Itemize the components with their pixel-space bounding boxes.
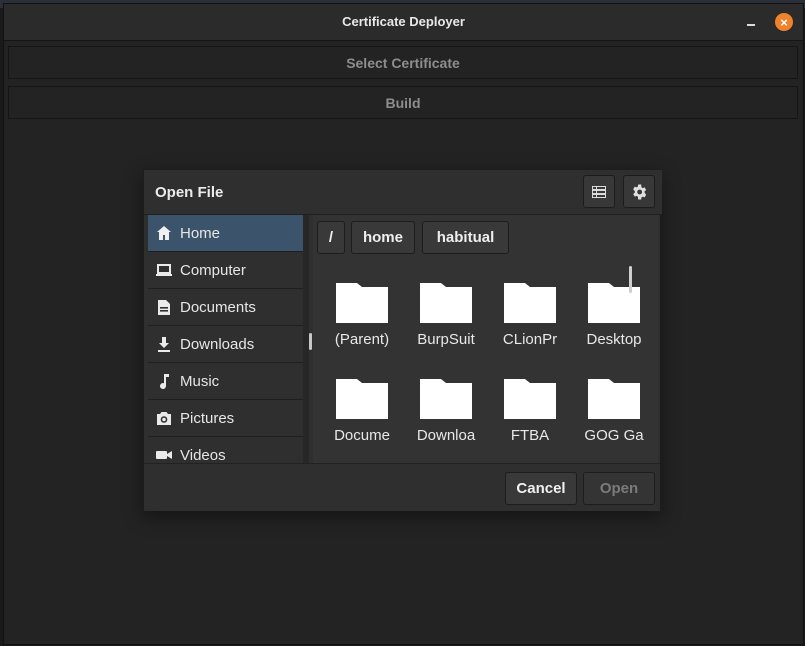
download-icon [148, 326, 180, 363]
folder-item[interactable]: CLionPr [488, 275, 572, 363]
folder-item[interactable]: GOG Ga [572, 371, 656, 459]
list-icon [592, 185, 606, 198]
gear-icon [633, 184, 647, 199]
sidebar-item-label: Music [180, 372, 220, 390]
settings-button[interactable] [623, 175, 655, 208]
folder-icon [420, 379, 472, 419]
computer-icon [148, 252, 180, 289]
minimize-button[interactable] [744, 12, 762, 30]
camera-icon [148, 400, 180, 437]
dialog-title: Open File [155, 184, 224, 201]
folder-icon [504, 379, 556, 419]
sidebar-item-pictures[interactable]: Pictures [148, 400, 303, 437]
dialog-header: Open File [144, 170, 662, 215]
folder-icon [504, 283, 556, 323]
document-icon [148, 289, 180, 326]
breadcrumb-root[interactable]: / [317, 221, 345, 254]
sidebar-item-home[interactable]: Home [148, 215, 303, 252]
folder-icon [588, 379, 640, 419]
folder-item[interactable]: Docume [320, 371, 404, 459]
window-titlebar: Certificate Deployer × [4, 4, 803, 41]
sidebar-item-label: Videos [180, 446, 226, 464]
home-icon [148, 215, 180, 252]
select-certificate-button[interactable]: Select Certificate [8, 46, 798, 79]
folder-grid: (Parent) BurpSuit CLionPr Desktop Docume… [320, 275, 650, 459]
list-view-button[interactable] [583, 175, 615, 208]
folder-label: BurpSuit [417, 331, 475, 348]
open-file-dialog: Open File Home Computer Documents Downlo… [143, 169, 662, 511]
folder-item[interactable]: BurpSuit [404, 275, 488, 363]
folder-item[interactable]: FTBA [488, 371, 572, 459]
video-icon [148, 437, 180, 466]
folder-label: Downloa [416, 427, 476, 444]
window-title: Certificate Deployer [342, 14, 465, 29]
open-button[interactable]: Open [583, 472, 655, 505]
sidebar-scrollbar[interactable] [309, 333, 312, 350]
folder-icon [336, 283, 388, 323]
cancel-button[interactable]: Cancel [505, 472, 577, 505]
sidebar-item-label: Home [180, 224, 221, 242]
folder-label: (Parent) [334, 331, 390, 348]
breadcrumb-home[interactable]: home [351, 221, 415, 254]
folder-item[interactable]: Desktop [572, 275, 656, 363]
sidebar-item-videos[interactable]: Videos [148, 437, 303, 465]
folder-item[interactable]: (Parent) [320, 275, 404, 363]
folder-label: GOG Ga [584, 427, 644, 444]
dialog-action-bar: Cancel Open [144, 463, 660, 511]
build-button[interactable]: Build [8, 86, 798, 119]
folder-label: Docume [334, 427, 390, 444]
file-scrollbar[interactable] [629, 266, 632, 293]
sidebar-item-label: Downloads [180, 335, 255, 353]
folder-icon [336, 379, 388, 419]
sidebar-item-label: Computer [180, 261, 246, 279]
folder-label: FTBA [510, 427, 550, 444]
sidebar-item-documents[interactable]: Documents [148, 289, 303, 326]
folder-icon [420, 283, 472, 323]
sidebar-item-label: Pictures [180, 409, 235, 427]
sidebar-item-music[interactable]: Music [148, 363, 303, 400]
file-browser-pane: / home habitual (Parent) BurpSuit CLionP… [313, 215, 658, 463]
folder-label: CLionPr [502, 331, 558, 348]
folder-label: Desktop [586, 331, 642, 348]
sidebar-item-downloads[interactable]: Downloads [148, 326, 303, 363]
sidebar-item-computer[interactable]: Computer [148, 252, 303, 289]
folder-item[interactable]: Downloa [404, 371, 488, 459]
breadcrumb-habitual[interactable]: habitual [422, 221, 509, 254]
music-icon [148, 363, 180, 400]
sidebar-item-label: Documents [180, 298, 256, 316]
places-sidebar: Home Computer Documents Downloads Music [148, 215, 303, 465]
close-button[interactable]: × [775, 13, 793, 31]
folder-icon [588, 283, 640, 323]
